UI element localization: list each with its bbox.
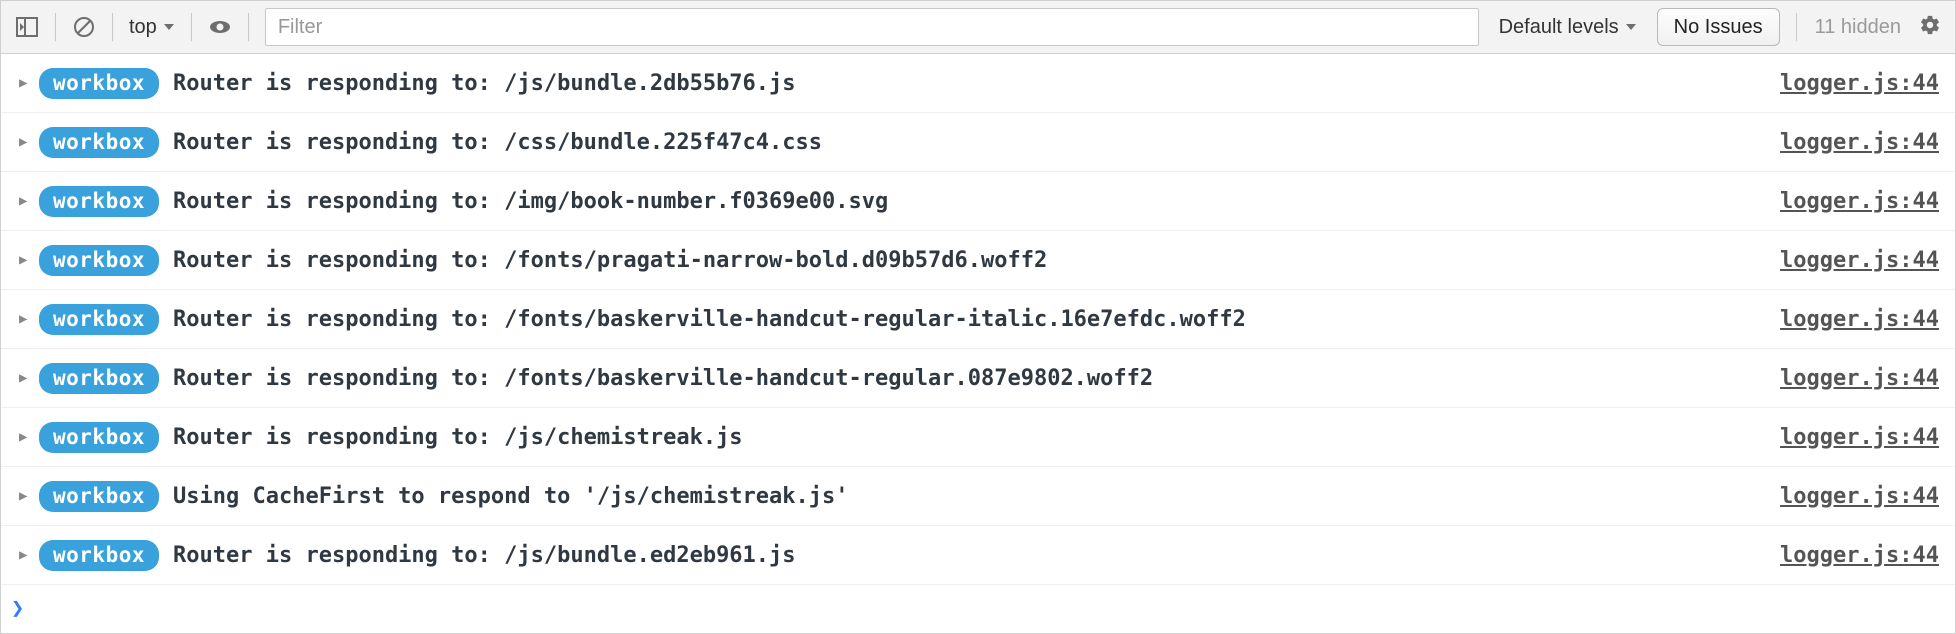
log-row[interactable]: ▶workbox Router is responding to: /js/bun… (1, 526, 1955, 585)
source-link[interactable]: logger.js:44 (1780, 130, 1945, 155)
expand-triangle-icon[interactable]: ▶ (19, 370, 39, 386)
toggle-sidebar-button[interactable] (9, 9, 45, 45)
separator (191, 13, 192, 41)
log-message: Using CacheFirst to respond to '/js/chem… (173, 484, 1780, 509)
source-link[interactable]: logger.js:44 (1780, 425, 1945, 450)
log-row[interactable]: ▶workbox Router is responding to: /fonts/… (1, 349, 1955, 408)
source-link[interactable]: logger.js:44 (1780, 366, 1945, 391)
separator (1796, 13, 1797, 41)
source-link[interactable]: logger.js:44 (1780, 248, 1945, 273)
hidden-messages-count[interactable]: 11 hidden (1807, 16, 1909, 39)
source-link[interactable]: logger.js:44 (1780, 189, 1945, 214)
source-link[interactable]: logger.js:44 (1780, 484, 1945, 509)
log-message: Router is responding to: /img/book-numbe… (173, 189, 1780, 214)
separator (112, 13, 113, 41)
prompt-chevron-icon: ❯ (11, 596, 24, 621)
separator (55, 13, 56, 41)
issues-button[interactable]: No Issues (1657, 8, 1780, 46)
expand-triangle-icon[interactable]: ▶ (19, 429, 39, 445)
workbox-badge: workbox (39, 363, 159, 394)
expand-triangle-icon[interactable]: ▶ (19, 134, 39, 150)
clear-console-button[interactable] (66, 9, 102, 45)
workbox-badge: workbox (39, 540, 159, 571)
source-link[interactable]: logger.js:44 (1780, 307, 1945, 332)
console-input-row[interactable]: ❯ (1, 585, 1955, 631)
log-message: Router is responding to: /js/bundle.ed2e… (173, 543, 1780, 568)
live-expression-button[interactable] (202, 9, 238, 45)
log-row[interactable]: ▶workbox Router is responding to: /js/che… (1, 408, 1955, 467)
log-message: Router is responding to: /fonts/baskervi… (173, 366, 1780, 391)
workbox-badge: workbox (39, 68, 159, 99)
log-row[interactable]: ▶workbox Router is responding to: /fonts/… (1, 231, 1955, 290)
workbox-badge: workbox (39, 186, 159, 217)
workbox-badge: workbox (39, 304, 159, 335)
filter-input[interactable] (265, 8, 1479, 46)
log-levels-selector[interactable]: Default levels (1489, 16, 1647, 39)
workbox-badge: workbox (39, 245, 159, 276)
log-message: Router is responding to: /js/chemistreak… (173, 425, 1780, 450)
source-link[interactable]: logger.js:44 (1780, 71, 1945, 96)
separator (248, 13, 249, 41)
log-row[interactable]: ▶workbox Using CacheFirst to respond to '… (1, 467, 1955, 526)
log-row[interactable]: ▶workbox Router is responding to: /img/bo… (1, 172, 1955, 231)
workbox-badge: workbox (39, 481, 159, 512)
context-selector[interactable]: top (123, 16, 181, 39)
gear-icon[interactable] (1913, 14, 1947, 41)
chevron-down-icon (1625, 21, 1637, 33)
expand-triangle-icon[interactable]: ▶ (19, 252, 39, 268)
log-row[interactable]: ▶workbox Router is responding to: /fonts/… (1, 290, 1955, 349)
workbox-badge: workbox (39, 127, 159, 158)
source-link[interactable]: logger.js:44 (1780, 543, 1945, 568)
expand-triangle-icon[interactable]: ▶ (19, 311, 39, 327)
expand-triangle-icon[interactable]: ▶ (19, 488, 39, 504)
log-message: Router is responding to: /fonts/baskervi… (173, 307, 1780, 332)
console-log-list: ▶workboxRouter is responding to: /js/bun… (1, 54, 1955, 585)
log-message: Router is responding to: /js/bundle.2db5… (173, 71, 1780, 96)
chevron-down-icon (163, 21, 175, 33)
workbox-badge: workbox (39, 422, 159, 453)
levels-label: Default levels (1499, 16, 1619, 39)
log-message: Router is responding to: /fonts/pragati-… (173, 248, 1780, 273)
context-label: top (129, 16, 157, 39)
console-toolbar: top Default levels No Issues 11 hidden (1, 1, 1955, 54)
expand-triangle-icon[interactable]: ▶ (19, 547, 39, 563)
expand-triangle-icon[interactable]: ▶ (19, 193, 39, 209)
expand-triangle-icon[interactable]: ▶ (19, 75, 39, 91)
log-row[interactable]: ▶workbox Router is responding to: /js/bun… (1, 54, 1955, 113)
log-row[interactable]: ▶workbox Router is responding to: /css/bu… (1, 113, 1955, 172)
log-message: Router is responding to: /css/bundle.225… (173, 130, 1780, 155)
